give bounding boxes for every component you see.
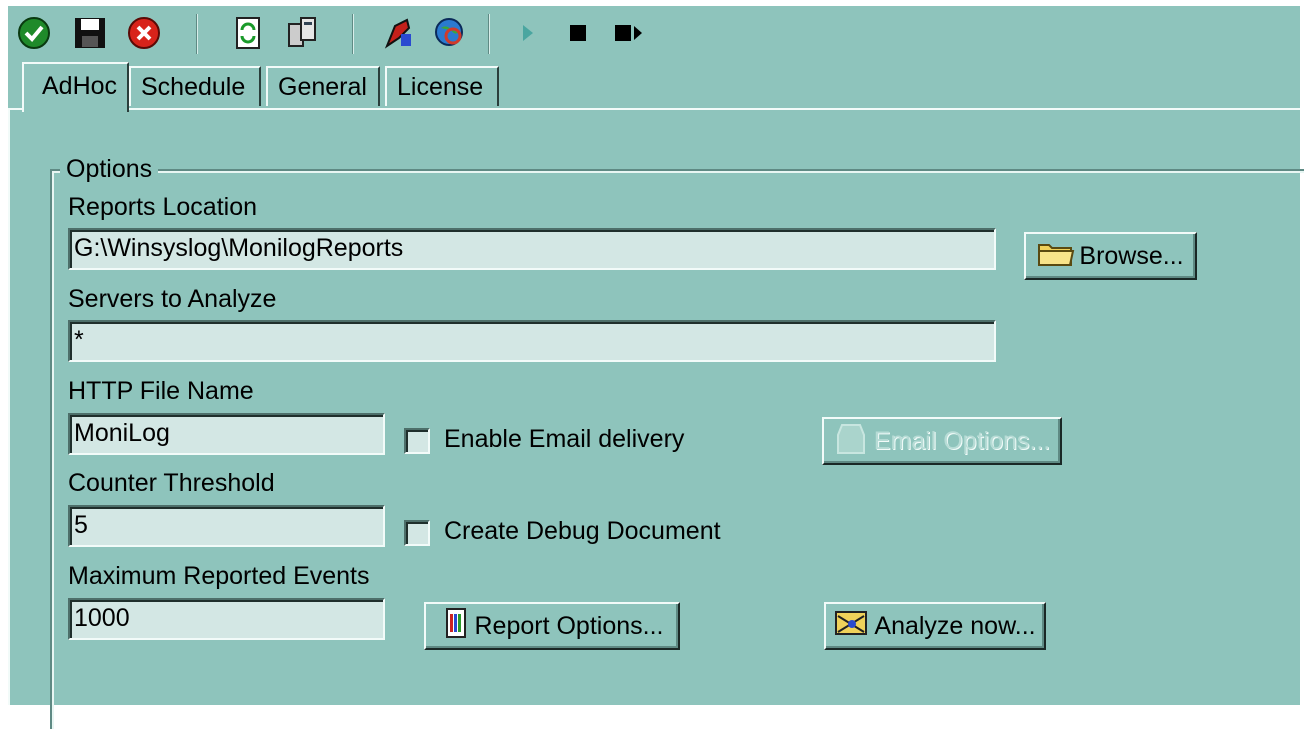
browse-button[interactable]: Browse... <box>1024 232 1197 280</box>
report-book-icon <box>441 606 471 647</box>
analyze-now-button[interactable]: Analyze now... <box>824 602 1046 650</box>
analyze-icon <box>834 608 870 645</box>
counter-threshold-label: Counter Threshold <box>68 469 275 497</box>
toolbar-separator <box>352 14 354 54</box>
ok-check-icon[interactable] <box>16 15 52 51</box>
cancel-x-icon[interactable] <box>126 15 162 51</box>
email-figure-icon <box>834 421 870 462</box>
stop-icon[interactable] <box>560 15 596 51</box>
server-config-icon[interactable] <box>284 15 320 51</box>
tab-adhoc[interactable]: AdHoc <box>22 62 129 112</box>
app-window: AdHoc Schedule General License Options R… <box>8 6 1304 729</box>
servers-input[interactable]: * <box>68 320 996 362</box>
counter-threshold-input[interactable]: 5 <box>68 505 385 547</box>
toolbar-separator <box>196 14 198 54</box>
servers-label: Servers to Analyze <box>68 285 277 313</box>
reports-location-label: Reports Location <box>68 193 258 221</box>
toolbar <box>8 6 1300 58</box>
step-icon[interactable] <box>612 15 648 51</box>
tab-schedule[interactable]: Schedule <box>129 66 261 106</box>
max-events-label: Maximum Reported Events <box>68 562 370 590</box>
refresh-icon[interactable] <box>230 15 266 51</box>
options-legend: Options <box>60 154 159 184</box>
report-options-button[interactable]: Report Options... <box>424 602 680 650</box>
analyze-now-button-label: Analyze now... <box>874 611 1036 640</box>
email-options-button[interactable]: Email Options... <box>822 417 1062 465</box>
http-file-input[interactable]: MoniLog <box>68 413 385 455</box>
enable-email-checkbox[interactable] <box>404 428 430 454</box>
reports-location-input[interactable]: G:\Winsyslog\MonilogReports <box>68 228 996 270</box>
save-disk-icon[interactable] <box>72 15 108 51</box>
create-debug-label: Create Debug Document <box>444 517 721 545</box>
toolbar-separator <box>488 14 490 54</box>
browse-button-label: Browse... <box>1079 241 1184 270</box>
enable-email-label: Enable Email delivery <box>444 425 685 453</box>
tab-strip-border <box>8 108 1300 110</box>
folder-icon <box>1037 239 1075 274</box>
tab-license[interactable]: License <box>385 66 499 106</box>
panel-left-edge <box>8 110 10 705</box>
paint-icon[interactable] <box>380 15 416 51</box>
email-options-button-label: Email Options... <box>873 426 1051 455</box>
create-debug-checkbox[interactable] <box>404 520 430 546</box>
play-icon[interactable] <box>510 15 546 51</box>
max-events-input[interactable]: 1000 <box>68 598 385 640</box>
http-file-label: HTTP File Name <box>68 377 254 405</box>
globe-search-icon[interactable] <box>432 15 468 51</box>
report-options-button-label: Report Options... <box>474 611 664 640</box>
tab-general[interactable]: General <box>266 66 380 106</box>
